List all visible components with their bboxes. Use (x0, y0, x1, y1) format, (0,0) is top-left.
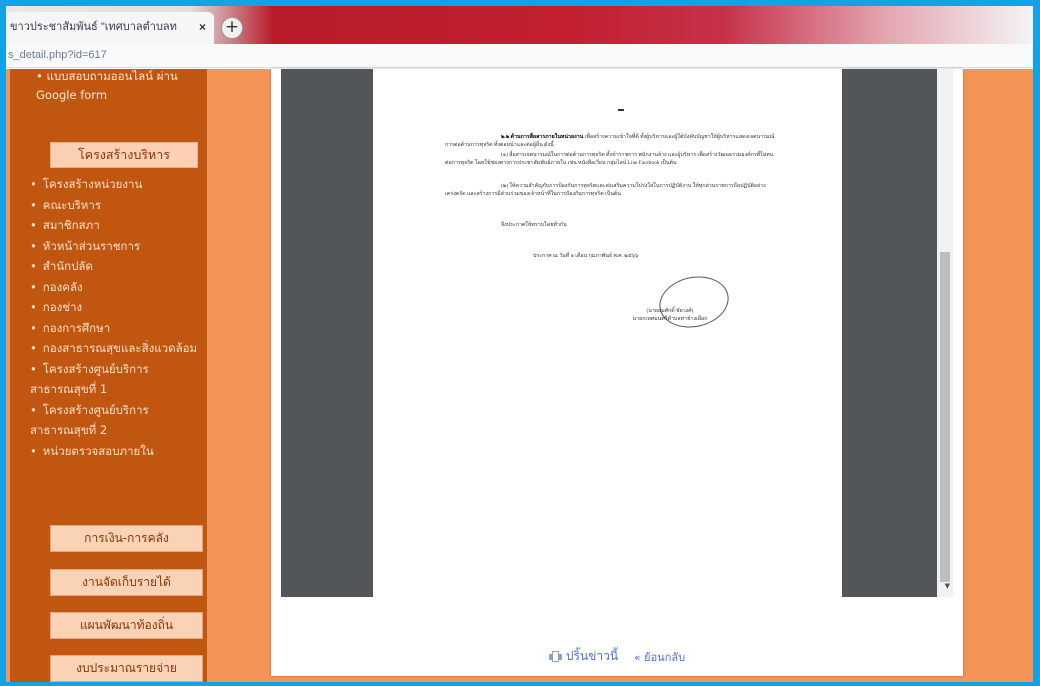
sidebar-heading-structure[interactable]: โครงสร้างบริหาร (50, 142, 198, 168)
address-url: s_detail.php?id=617 (8, 49, 107, 61)
tab-close-icon[interactable]: × (199, 12, 206, 42)
bullet-icon: • (30, 197, 37, 212)
sidebar-item-label: กองคลัง (42, 279, 83, 294)
bullet-icon: • (30, 300, 37, 314)
bullet-icon: • (30, 361, 37, 376)
pdf-viewer[interactable]: ๒.๒ ด้านการสื่อสารภายในหน่วยงาน เพื่อสร้… (281, 69, 953, 597)
tab-title: ขาวประชาสัมพันธ์ "เทศบาลตำบลท (10, 21, 177, 33)
sidebar-button-local-plan[interactable]: แผนพัฒนาท้องถิ่น (50, 612, 203, 639)
sidebar-list: • โครงสร้างหน่วยงาน • คณะบริหาร • สมาชิกสภา • ห… (30, 174, 202, 461)
document-paragraph-1-heading: ๒.๒ ด้านการสื่อสารภายในหน่วยงาน (501, 134, 584, 140)
sidebar: • แบบสอบถามออนไลน์ ผ่าน Google form โครง… (10, 69, 207, 682)
sidebar-item[interactable]: • หัวหน้าส่วนราชการ (30, 236, 202, 257)
sidebar-item-label: คณะบริหาร (42, 197, 102, 212)
sidebar-item-label: โครงสร้างหน่วยงาน (42, 177, 143, 191)
document-date-line: ประกาศ ณ วันที่ ๑ เดือน กุมภาพันธ์ พ.ศ. … (533, 253, 639, 259)
document-paragraph-2: (๑) สื่อสารเจตนารมณ์ในการต่อต้านการทุจริ… (445, 152, 774, 166)
sidebar-item-label: สำนักปลัด (42, 259, 93, 273)
sidebar-item[interactable]: • โครงสร้างหน่วยงาน (30, 174, 202, 195)
bullet-icon: • (30, 320, 37, 335)
sidebar-link-questionnaire[interactable]: • แบบสอบถามออนไลน์ ผ่าน Google form (36, 67, 186, 105)
bullet-icon: • (30, 177, 37, 191)
document-paragraph-3: (๒) ให้ความสำคัญกับการป้องกันการทุจริตแล… (445, 183, 766, 197)
sidebar-item[interactable]: • คณะบริหาร (30, 195, 202, 216)
back-link[interactable]: « ย้อนกลับ (634, 651, 685, 664)
tab-bar: ขาวประชาสัมพันธ์ "เทศบาลตำบลท × + (6, 6, 1033, 44)
address-bar[interactable]: s_detail.php?id=617 (6, 44, 1033, 68)
sidebar-item[interactable]: • กองคลัง (30, 277, 202, 298)
sidebar-item[interactable]: • หน่วยตรวจสอบภายใน (30, 441, 202, 462)
sidebar-button-finance[interactable]: การเงิน-การคลัง (50, 525, 203, 552)
bullet-icon: • (30, 238, 37, 253)
sidebar-item[interactable]: • โครงสร้างศูนย์บริการสาธารณสุขที่ 1 (30, 359, 202, 400)
sidebar-item[interactable]: • กองช่าง (30, 297, 202, 318)
bullet-icon: • (30, 218, 37, 232)
sidebar-item-label: โครงสร้างศูนย์บริการสาธารณสุขที่ 2 (30, 402, 149, 438)
browser-tab[interactable]: ขาวประชาสัมพันธ์ "เทศบาลตำบลท × (6, 12, 214, 44)
browser-window: ขาวประชาสัมพันธ์ "เทศบาลตำบลท × + s_deta… (6, 6, 1033, 682)
signature-icon (654, 270, 734, 334)
sidebar-item-label: หัวหน้าส่วนราชการ (42, 238, 141, 253)
sidebar-item-label: สมาชิกสภา (42, 218, 100, 232)
sidebar-item[interactable]: • สำนักปลัด (30, 256, 202, 277)
document-page: ๒.๒ ด้านการสื่อสารภายในหน่วยงาน เพื่อสร้… (373, 69, 842, 597)
page-number-mark (618, 109, 624, 111)
bullet-icon: • (30, 402, 37, 417)
sidebar-item[interactable]: • โครงสร้างศูนย์บริการสาธารณสุขที่ 2 (30, 400, 202, 441)
sidebar-item[interactable]: • กองสาธารณสุขและสิ่งแวดล้อม (30, 338, 202, 359)
bullet-icon: • (30, 341, 37, 355)
sidebar-item[interactable]: • กองการศึกษา (30, 318, 202, 339)
document-paragraph-1: ๒.๒ ด้านการสื่อสารภายในหน่วยงาน เพื่อสร้… (445, 133, 775, 149)
sidebar-item-label: กองช่าง (42, 300, 83, 314)
scroll-down-icon[interactable]: ▼ (945, 582, 950, 590)
sidebar-item-label: กองสาธารณสุขและสิ่งแวดล้อม (42, 341, 198, 355)
document-paragraph-1-text: เพื่อสร้างความเข้าใจที่ดี ทั้งผู้บริหารแ… (445, 134, 775, 148)
sidebar-button-budget[interactable]: งบประมาณรายจ่าย (50, 655, 203, 682)
viewer-scrollbar[interactable]: ▼ (937, 69, 953, 597)
bullet-icon: • (30, 279, 37, 294)
bullet-icon: • (30, 443, 37, 458)
news-actions: ปริ้นข่าวนี้ « ย้อนกลับ (271, 647, 963, 666)
signer-name: (นายสมศักดิ์ ชัยวงศ์) (646, 308, 694, 314)
page-body: • แบบสอบถามออนไลน์ ผ่าน Google form โครง… (6, 69, 1033, 682)
printer-icon[interactable] (548, 651, 562, 662)
document-announce: จึงประกาศให้ทราบโดยทั่วกัน (501, 222, 567, 228)
sidebar-button-revenue[interactable]: งานจัดเก็บรายได้ (50, 569, 203, 596)
new-tab-button[interactable]: + (221, 17, 243, 39)
signer-title: นายกเทศมนตรีตำบลท่าช้างเผือก (632, 316, 708, 322)
viewer-scrollbar-thumb[interactable] (940, 252, 950, 582)
sidebar-item-label: หน่วยตรวจสอบภายใน (42, 443, 154, 458)
sidebar-item-label: โครงสร้างศูนย์บริการสาธารณสุขที่ 1 (30, 361, 149, 397)
sidebar-item-label: กองการศึกษา (42, 320, 111, 335)
sidebar-item[interactable]: • สมาชิกสภา (30, 215, 202, 236)
bullet-icon: • (30, 259, 37, 273)
news-content: ๒.๒ ด้านการสื่อสารภายในหน่วยงาน เพื่อสร้… (271, 69, 963, 676)
print-link[interactable]: ปริ้นข่าวนี้ (566, 649, 618, 663)
